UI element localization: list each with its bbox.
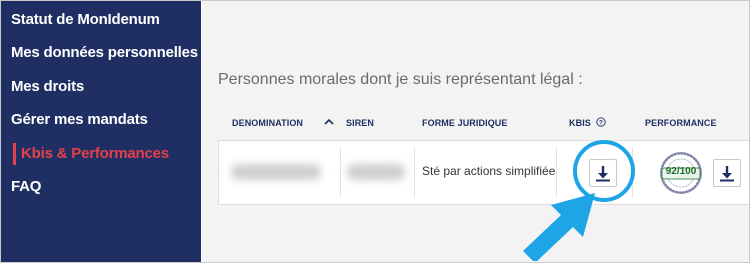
question-circle-icon[interactable]: ? [596, 117, 606, 127]
table-row: Sté par actions simplifiée 92/100 [218, 140, 749, 205]
column-header-forme-juridique: FORME JURIDIQUE [422, 118, 508, 128]
denomination-redacted [231, 164, 321, 180]
column-header-denomination[interactable]: DENOMINATION [232, 118, 303, 128]
sidebar: Statut de MonIdenum Mes données personne… [1, 1, 201, 262]
arrow-icon [523, 193, 595, 261]
sidebar-item-mandats[interactable]: Gérer mes mandats [11, 108, 148, 132]
cell-divider [414, 147, 415, 198]
sidebar-item-droits[interactable]: Mes droits [11, 75, 84, 99]
main-content: Personnes morales dont je suis représent… [202, 1, 749, 262]
table-header: DENOMINATION SIREN FORME JURIDIQUE KBIS … [218, 114, 748, 134]
sidebar-item-faq[interactable]: FAQ [11, 175, 41, 199]
siren-redacted [347, 164, 405, 180]
svg-text:?: ? [599, 119, 603, 126]
column-header-kbis: KBIS [569, 118, 591, 128]
forme-juridique-value: Sté par actions simplifiée [422, 164, 556, 178]
column-header-siren: SIREN [346, 118, 375, 128]
sidebar-item-kbis-performances[interactable]: Kbis & Performances [21, 142, 169, 166]
active-indicator [13, 143, 16, 165]
sidebar-item-statut[interactable]: Statut de MonIdenum [11, 8, 160, 32]
column-header-performance: PERFORMANCE [645, 118, 717, 128]
chevron-up-icon[interactable] [323, 116, 335, 128]
download-icon [720, 166, 734, 182]
window: Statut de MonIdenum Mes données personne… [0, 0, 750, 263]
section-title: Personnes morales dont je suis représent… [218, 71, 583, 88]
cell-divider [340, 147, 341, 198]
performance-score: 92/100 [665, 166, 697, 177]
performance-download-button[interactable] [713, 159, 741, 187]
sidebar-item-donnees-personnelles[interactable]: Mes données personnelles [11, 41, 198, 65]
